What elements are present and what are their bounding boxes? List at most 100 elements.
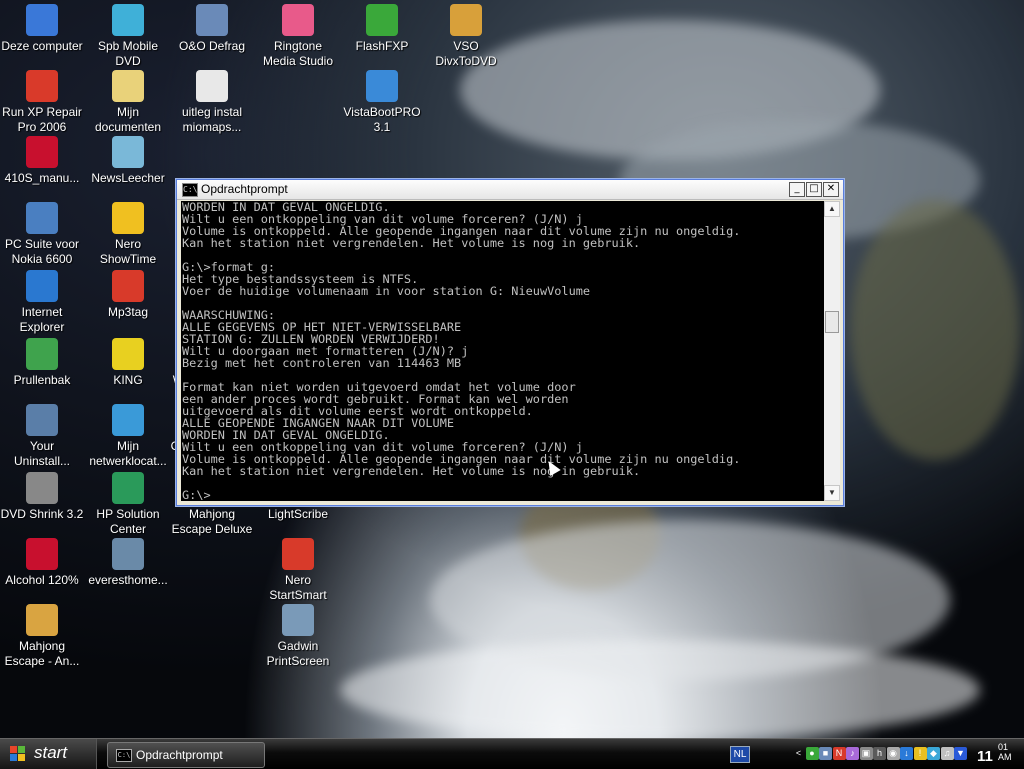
clock-hour[interactable]: 11 <box>977 748 993 765</box>
phone-icon <box>26 202 58 234</box>
desktop-icon-label: Deze computer <box>1 39 83 53</box>
desktop-icon-label: Your Uninstall... <box>13 439 71 468</box>
alcohol-icon <box>26 538 58 570</box>
spb-dvd-icon <box>112 4 144 36</box>
desktop-icon-crown[interactable]: KING <box>86 338 170 388</box>
desktop-icon-label: LightScribe <box>267 507 329 521</box>
desktop-icon-documents[interactable]: Mijn documenten <box>86 70 170 135</box>
taskbar-item-label: Opdrachtprompt <box>136 748 223 762</box>
tray-download-icon[interactable]: ↓ <box>900 747 913 760</box>
desktop-icon-defrag[interactable]: O&O Defrag <box>170 4 254 54</box>
desktop-icon-phone[interactable]: PC Suite voor Nokia 6600 <box>0 202 84 267</box>
desktop-icon-newsleecher[interactable]: NewsLeecher <box>86 136 170 186</box>
taskbar-item-opdrachtprompt[interactable]: C:\ Opdrachtprompt <box>107 742 265 768</box>
desktop-icon-mahjong[interactable]: Mahjong Escape - An... <box>0 604 84 669</box>
tray-messenger-icon[interactable]: ● <box>805 747 819 760</box>
desktop-icon-printscreen[interactable]: Gadwin PrintScreen <box>256 604 340 669</box>
desktop-icon-ie[interactable]: Internet Explorer <box>0 270 84 335</box>
tray-network-icon[interactable]: ■ <box>819 747 832 760</box>
clock-ampm: AM <box>998 752 1012 762</box>
hp-icon <box>112 472 144 504</box>
desktop-icon-trash[interactable]: Your Uninstall... <box>0 404 84 469</box>
crown-icon <box>112 338 144 370</box>
desktop-icon-label: Nero StartSmart <box>269 573 327 602</box>
recycle-bin-icon <box>26 338 58 370</box>
vistaboot-icon <box>366 70 398 102</box>
tray-volume-icon[interactable]: ♫ <box>940 747 954 760</box>
vertical-scrollbar[interactable]: ▲ ▼ <box>824 201 840 501</box>
scroll-down-button[interactable]: ▼ <box>824 485 840 501</box>
desktop-icon-ringtone[interactable]: Ringtone Media Studio <box>256 4 340 69</box>
desktop-icon-nero-startsmart[interactable]: Nero StartSmart <box>256 538 340 603</box>
tray-expand-icon[interactable]: < <box>792 747 805 760</box>
tray-lightscribe-icon[interactable]: ◆ <box>927 747 940 760</box>
command-prompt-window[interactable]: C:\ Opdrachtprompt _ □ ✕ WORDEN IN DAT G… <box>176 179 844 506</box>
minimize-button[interactable]: _ <box>789 182 805 197</box>
desktop-icon-vistaboot[interactable]: VistaBootPRO 3.1 <box>340 70 424 135</box>
desktop-icon-pdf[interactable]: 410S_manu... <box>0 136 84 186</box>
desktop-icon-label: O&O Defrag <box>178 39 246 53</box>
desktop-icon-lifebuoy[interactable]: Run XP Repair Pro 2006 <box>0 70 84 135</box>
desktop-icon-label: 410S_manu... <box>4 171 80 185</box>
desktop-icon-label: Internet Explorer <box>19 305 65 334</box>
maximize-button[interactable]: □ <box>806 182 822 197</box>
tray-monitor-icon[interactable]: ▣ <box>859 747 873 760</box>
cmd-app-icon: C:\ <box>182 183 198 197</box>
scroll-up-button[interactable]: ▲ <box>824 201 840 217</box>
taskbar: start C:\ Opdrachtprompt NL < ● ■ N ♪ ▣ h ◉ ↓! ◆ ♫… <box>0 738 1024 769</box>
desktop-icon-label: everesthome... <box>88 573 168 587</box>
cmd-app-icon: C:\ <box>116 749 132 762</box>
desktop-icon-label: FlashFXP <box>355 39 409 53</box>
everest-icon <box>112 538 144 570</box>
tray-music-icon[interactable]: ♪ <box>846 747 859 760</box>
desktop-icon-hp[interactable]: HP Solution Center <box>86 472 170 537</box>
desktop-icon-nero-showtime[interactable]: Nero ShowTime <box>86 202 170 267</box>
desktop-icon-mp3tag[interactable]: Mp3tag <box>86 270 170 320</box>
desktop-icon-label: Mp3tag <box>107 305 149 319</box>
desktop-icon-everest[interactable]: everesthome... <box>86 538 170 588</box>
nero-startsmart-icon <box>282 538 314 570</box>
console-output-area[interactable]: WORDEN IN DAT GEVAL ONGELDIG. Wilt u een… <box>181 201 824 501</box>
desktop-icon-label: NewsLeecher <box>91 171 165 185</box>
trash-icon <box>26 404 58 436</box>
desktop-icon-alcohol[interactable]: Alcohol 120% <box>0 538 84 588</box>
desktop-icon-label: KING <box>113 373 143 387</box>
desktop-icon-label: Mahjong Escape Deluxe <box>171 507 253 536</box>
desktop-icon-spb-dvd[interactable]: Spb Mobile DVD <box>86 4 170 69</box>
flashfxp-icon <box>366 4 398 36</box>
desktop-icon-flashfxp[interactable]: FlashFXP <box>340 4 424 54</box>
desktop-icon-label: Ringtone Media Studio <box>262 39 334 68</box>
pdf-icon <box>26 136 58 168</box>
tray-nero-icon[interactable]: N <box>832 747 846 760</box>
desktop-icon-vso[interactable]: VSO DivxToDVD <box>424 4 508 69</box>
close-button[interactable]: ✕ <box>823 182 839 197</box>
tray-hp-icon[interactable]: h <box>873 747 886 760</box>
desktop-icon-recycle-bin[interactable]: Prullenbak <box>0 338 84 388</box>
desktop-icon-label: DVD Shrink 3.2 <box>0 507 84 521</box>
scrollbar-thumb[interactable] <box>825 311 839 333</box>
desktop-icon-label: PC Suite voor Nokia 6600 <box>4 237 80 266</box>
tray-disk-icon[interactable]: ◉ <box>886 747 900 760</box>
documents-icon <box>112 70 144 102</box>
clock-minute: 01 <box>998 742 1009 752</box>
desktop-icon-text-file[interactable]: uitleg instal miomaps... <box>170 70 254 135</box>
tray-update-icon[interactable]: ▼ <box>954 747 967 760</box>
dvd-shrink-icon <box>26 472 58 504</box>
mahjong-icon <box>26 604 58 636</box>
desktop-icon-label: VSO DivxToDVD <box>435 39 497 68</box>
window-title: Opdrachtprompt <box>201 182 288 196</box>
tray-security-icon[interactable]: ! <box>913 747 927 760</box>
window-titlebar[interactable]: C:\ Opdrachtprompt _ □ ✕ <box>177 180 843 200</box>
desktop-icon-label: Mahjong Escape - An... <box>4 639 80 668</box>
language-indicator[interactable]: NL <box>730 746 750 763</box>
lifebuoy-icon <box>26 70 58 102</box>
desktop-icon-network[interactable]: Mijn netwerklocat... <box>86 404 170 469</box>
mp3tag-icon <box>112 270 144 302</box>
desktop-icon-dvd-shrink[interactable]: DVD Shrink 3.2 <box>0 472 84 522</box>
desktop-icon-label: Alcohol 120% <box>5 573 79 587</box>
desktop-icon-label: Prullenbak <box>13 373 71 387</box>
wallpaper-ice <box>340 640 980 740</box>
desktop-icon-label: Mijn documenten <box>94 105 162 134</box>
desktop-icon-computer[interactable]: Deze computer <box>0 4 84 54</box>
start-button[interactable]: start <box>0 739 97 769</box>
